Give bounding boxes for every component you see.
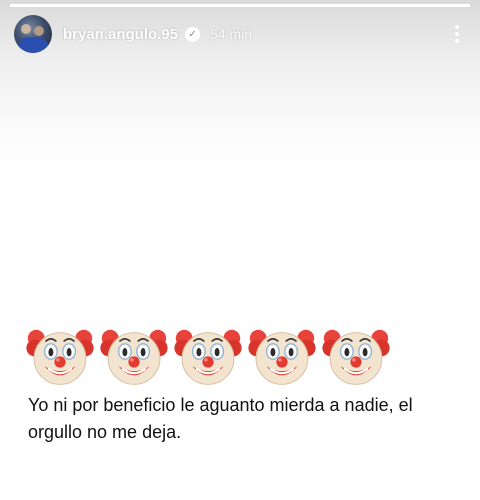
more-options-icon[interactable]: [448, 22, 466, 46]
verified-badge-icon: ✓: [185, 26, 201, 42]
timestamp: 54 min: [210, 26, 253, 42]
story-caption: Yo ni por beneficio le aguanto mierda a …: [28, 395, 413, 442]
clown-face-emoji: 🤡: [174, 329, 242, 385]
clown-face-emoji: 🤡: [248, 329, 316, 385]
story-header: bryan.angulo.95 ✓ 54 min: [14, 14, 466, 54]
clown-face-emoji: 🤡: [26, 329, 94, 385]
clown-face-emoji: 🤡: [322, 329, 390, 385]
progress-segment: [10, 4, 470, 7]
emoji-row: 🤡🤡🤡🤡🤡: [25, 320, 391, 390]
username[interactable]: bryan.angulo.95: [63, 26, 178, 43]
story-viewer[interactable]: bryan.angulo.95 ✓ 54 min 🤡🤡🤡🤡🤡 Yo ni por…: [0, 0, 480, 500]
story-progress-bar: [10, 4, 470, 7]
avatar[interactable]: [14, 15, 52, 53]
clown-face-emoji: 🤡: [100, 329, 168, 385]
progress-fill: [10, 4, 470, 7]
